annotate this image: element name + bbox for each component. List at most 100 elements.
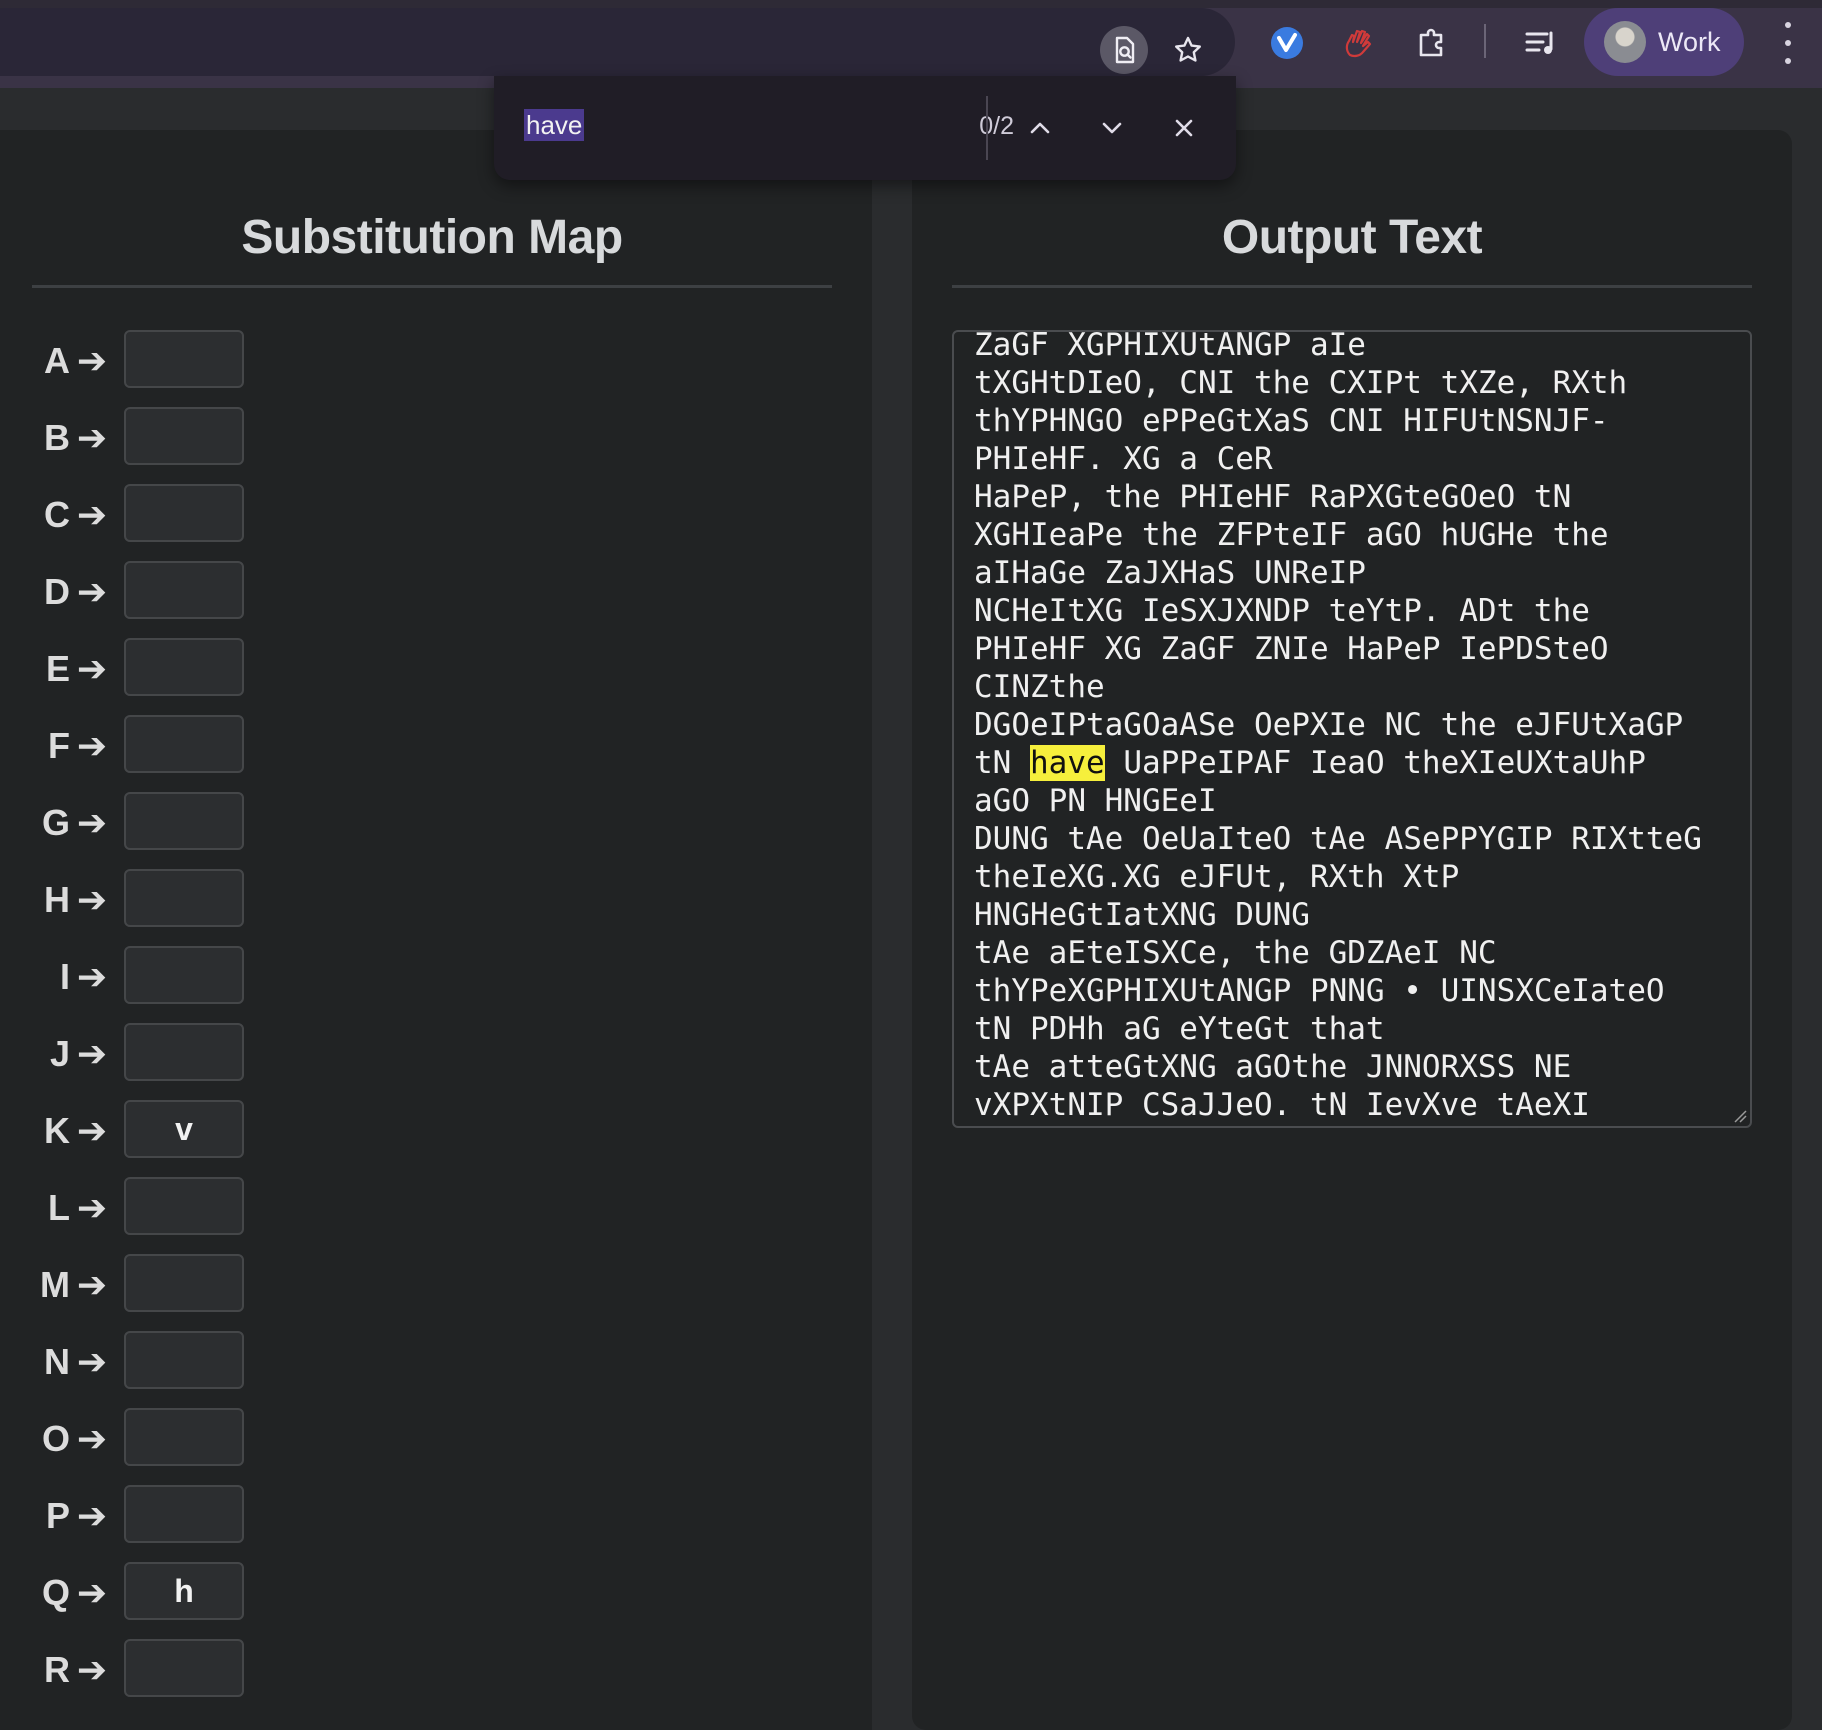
map-input-i[interactable] <box>124 946 244 1004</box>
map-row-o: O ➔ <box>0 1408 300 1468</box>
map-letter-label: H <box>44 879 70 920</box>
map-input-e[interactable] <box>124 638 244 696</box>
bookmark-star-icon[interactable] <box>1164 26 1212 74</box>
map-input-m[interactable] <box>124 1254 244 1312</box>
resize-grip-icon[interactable] <box>1733 1109 1747 1123</box>
map-input-n[interactable] <box>124 1331 244 1389</box>
arrow-right-icon: ➔ <box>76 340 108 381</box>
map-input-p[interactable] <box>124 1485 244 1543</box>
output-line: tN have UaPPeIPAF IeaO theXIeUXtaUhP <box>974 745 1646 781</box>
map-row-i: I ➔ <box>0 946 300 1006</box>
map-letter-label: C <box>44 494 70 535</box>
substitution-map-divider <box>32 285 832 288</box>
map-row-p: P ➔ <box>0 1485 300 1545</box>
chevron-down-icon <box>1102 122 1122 134</box>
find-input[interactable]: have <box>524 109 904 150</box>
map-letter-label: J <box>49 1033 70 1074</box>
map-input-j[interactable] <box>124 1023 244 1081</box>
arrow-right-icon: ➔ <box>76 1187 108 1228</box>
map-letter-label: P <box>45 1495 70 1536</box>
map-input-c[interactable] <box>124 484 244 542</box>
output-line: tAe aEteISXCe, the GDZAeI NC <box>974 935 1497 971</box>
media-queue-icon[interactable] <box>1518 20 1564 66</box>
map-letter-label: N <box>44 1341 70 1382</box>
address-bar[interactable] <box>0 8 1235 76</box>
output-line: DUNG tAe OeUaIteO tAe ASePPYGIP RIXtteG <box>974 821 1702 857</box>
arrow-right-icon: ➔ <box>76 1495 108 1536</box>
arrow-right-icon: ➔ <box>76 725 108 766</box>
page-search-icon[interactable] <box>1100 26 1148 74</box>
more-menu-icon[interactable] <box>1770 22 1806 64</box>
find-query: have <box>524 109 585 141</box>
arrow-right-icon: ➔ <box>76 1264 108 1305</box>
map-letter-label: D <box>44 571 70 612</box>
find-divider <box>986 96 988 160</box>
arrow-right-icon: ➔ <box>76 494 108 535</box>
map-input-q[interactable]: h <box>124 1562 244 1620</box>
find-match-count: 0/2 <box>979 112 1014 140</box>
arrow-right-icon: ➔ <box>76 417 108 458</box>
map-input-f[interactable] <box>124 715 244 773</box>
map-letter-label: Q <box>41 1572 70 1613</box>
map-row-q: Q ➔ h <box>0 1562 300 1622</box>
checkmark-extension-icon[interactable] <box>1264 20 1310 66</box>
map-row-f: F ➔ <box>0 715 300 775</box>
map-row-a: A ➔ <box>0 330 300 390</box>
extensions-puzzle-icon[interactable] <box>1410 20 1456 66</box>
profile-button[interactable]: Work <box>1584 8 1744 76</box>
tab-strip-edge <box>0 0 1822 8</box>
output-line: NCHeItXG IeSXJXNDP teYtP. ADt the <box>974 593 1590 629</box>
arrow-right-icon: ➔ <box>76 1341 108 1382</box>
map-letter-label: O <box>41 1418 70 1459</box>
map-letter-label: F <box>48 725 70 766</box>
output-line: tN PDHh aG eYteGt that <box>974 1011 1385 1047</box>
map-row-g: G ➔ <box>0 792 300 852</box>
map-letter-label: A <box>44 340 70 381</box>
arrow-right-icon: ➔ <box>76 1110 108 1151</box>
map-input-o[interactable] <box>124 1408 244 1466</box>
output-line: CINZthe <box>974 669 1105 705</box>
output-line: aIHaGe ZaJXHaS UNReIP <box>974 555 1366 591</box>
arrow-right-icon: ➔ <box>76 802 108 843</box>
arrow-right-icon: ➔ <box>76 648 108 689</box>
map-input-k[interactable]: v <box>124 1100 244 1158</box>
map-input-r[interactable] <box>124 1639 244 1697</box>
map-row-n: N ➔ <box>0 1331 300 1391</box>
output-text-title: Output Text <box>1221 211 1483 264</box>
find-match-highlight: have <box>1030 745 1105 781</box>
substitution-map-title: Substitution Map <box>241 211 623 264</box>
map-letter-label: E <box>45 648 70 689</box>
map-row-h: H ➔ <box>0 869 300 929</box>
output-line: HNGHeGtIatXNG DUNG <box>974 897 1310 933</box>
find-close-button[interactable] <box>1162 106 1206 150</box>
map-input-a[interactable] <box>124 330 244 388</box>
map-letter-label: L <box>48 1187 70 1228</box>
find-next-button[interactable] <box>1090 106 1134 150</box>
output-line: thYPHNGO ePPeGtXaS CNI HIFUtNSNJF- <box>974 403 1609 439</box>
arrow-right-icon: ➔ <box>76 571 108 612</box>
map-input-h[interactable] <box>124 869 244 927</box>
output-line: PHIeHF. XG a CeR <box>974 441 1273 477</box>
output-line: ZaGF XGPHIXUtANGP aIe <box>974 330 1366 363</box>
find-previous-button[interactable] <box>1018 106 1062 150</box>
map-letter-label: G <box>41 802 70 843</box>
close-icon <box>1175 119 1193 137</box>
browser-toolbar: Work <box>0 0 1822 88</box>
hand-extension-icon[interactable] <box>1336 20 1382 66</box>
output-line: PHIeHF XG ZaGF ZNIe HaPeP IePDSteO <box>974 631 1609 667</box>
map-input-g[interactable] <box>124 792 244 850</box>
map-input-l[interactable] <box>124 1177 244 1235</box>
output-textarea[interactable]: ZaGF XGPHIXUtANGP aIe tXGHtDIeO, CNI the … <box>952 330 1752 1128</box>
chevron-up-icon <box>1030 122 1050 134</box>
output-line: DGOeIPtaGOaASe OePXIe NC the eJFUtXaGP <box>974 707 1684 743</box>
output-line: theIeXG.XG eJFUt, RXth XtP <box>974 859 1460 895</box>
toolbar-divider <box>1484 24 1486 58</box>
map-input-b[interactable] <box>124 407 244 465</box>
output-line: tAe atteGtXNG aGOthe JNNORXSS NE <box>974 1049 1572 1085</box>
map-letter-label: I <box>59 956 70 997</box>
find-bar: have 0/2 <box>494 76 1236 180</box>
output-line: aGO PN HNGEeI <box>974 783 1217 819</box>
map-input-d[interactable] <box>124 561 244 619</box>
arrow-right-icon: ➔ <box>76 1572 108 1613</box>
output-line: thYPeXGPHIXUtANGP PNNG • UINSXCeIateO <box>974 973 1665 1009</box>
